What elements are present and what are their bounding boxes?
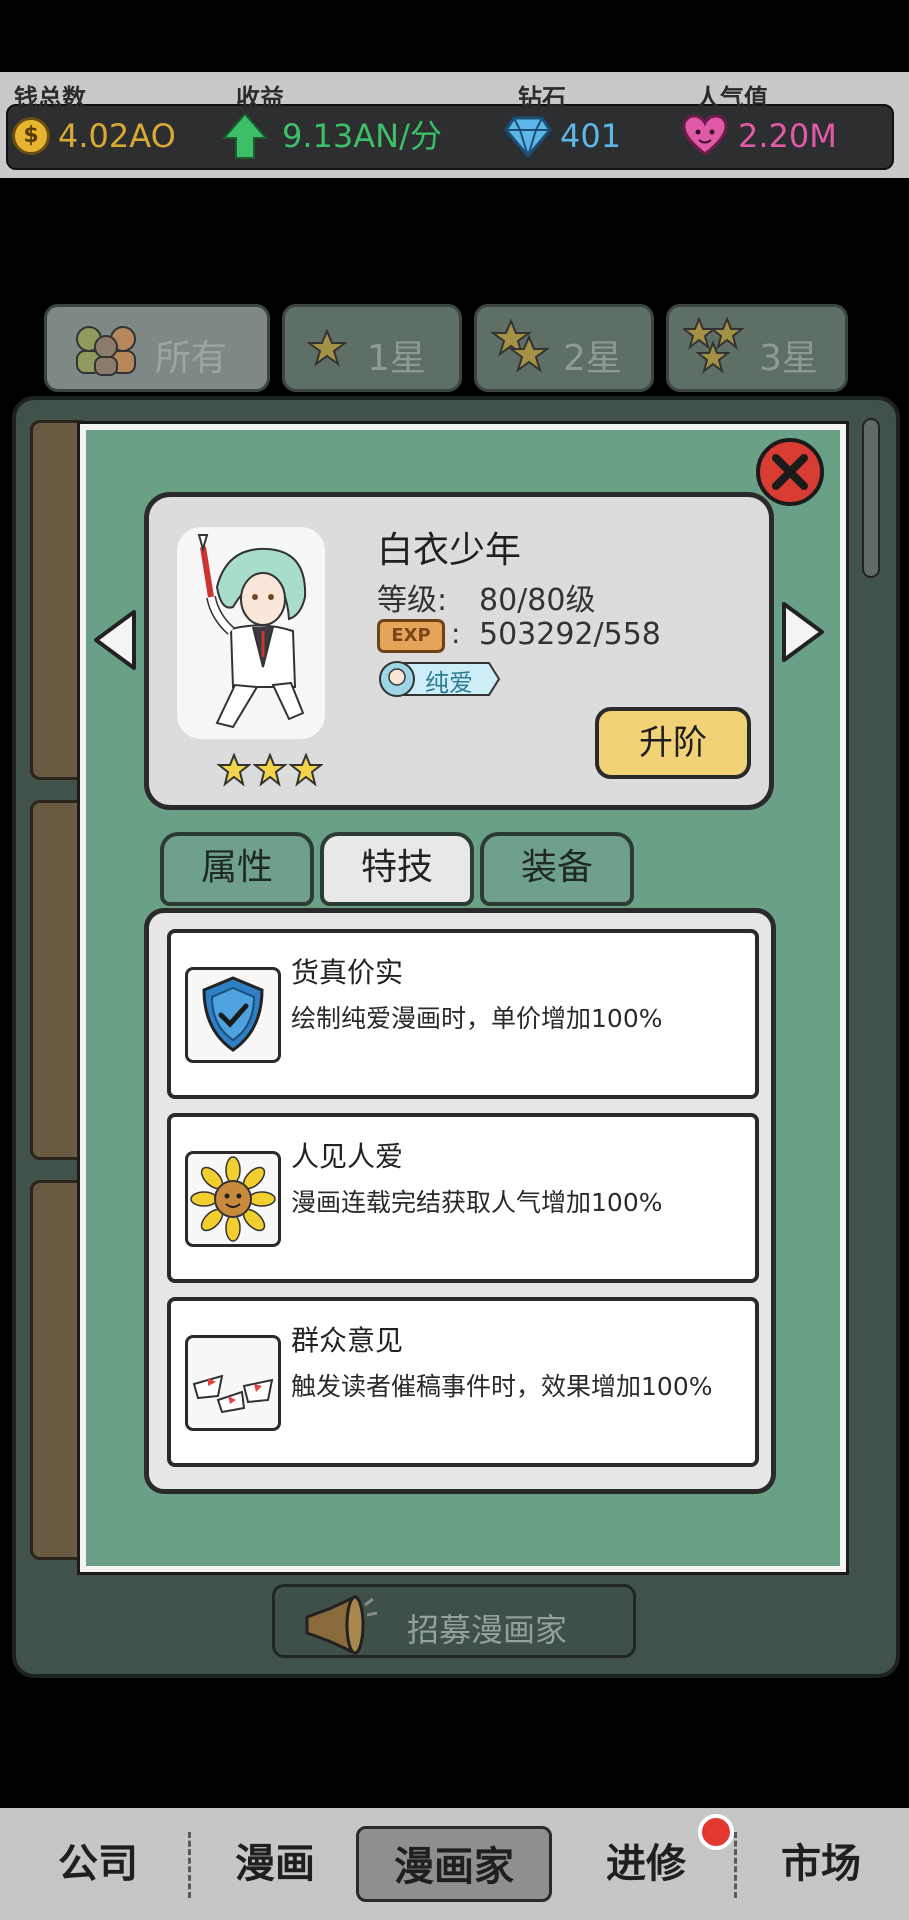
- artist-portrait: [177, 527, 325, 739]
- money-value: 4.02AO: [58, 117, 176, 155]
- exp-badge: EXP: [377, 619, 445, 653]
- level-value: 80/80级: [479, 583, 596, 618]
- genre-label: 纯爱: [425, 669, 473, 697]
- income-arrow-icon: [222, 112, 268, 159]
- diamond-label: 钻石: [518, 84, 566, 112]
- skill-icon-box: [185, 967, 281, 1063]
- upgrade-button[interactable]: 升阶: [595, 707, 751, 779]
- resource-bar: 钱总数 收益 钻石 人气值 $ 4.02AO 9.13AN/分 401 2.20…: [0, 72, 909, 178]
- skill-icon-box: [185, 1335, 281, 1431]
- filter-tab-all[interactable]: 所有: [44, 304, 270, 392]
- nav-market[interactable]: 市场: [746, 1826, 896, 1902]
- skill-title: 群众意见: [291, 1324, 404, 1357]
- income-value: 9.13AN/分: [282, 117, 442, 155]
- filter-tab-2star[interactable]: 2星: [474, 304, 654, 392]
- filter-tab-1star-label: 1星: [367, 338, 426, 379]
- nav-comics[interactable]: 漫画: [200, 1826, 350, 1902]
- people-icon: [76, 326, 136, 376]
- diamond-icon: [504, 116, 552, 158]
- diamond-value: 401: [560, 117, 622, 155]
- heart-icon: [682, 114, 728, 156]
- three-stars-icon: [683, 317, 745, 374]
- filter-tab-2star-label: 2星: [563, 338, 622, 379]
- shield-check-icon: [202, 976, 264, 1052]
- tab-equipment[interactable]: 装备: [480, 832, 634, 906]
- star-icon: [253, 753, 287, 787]
- artist-rating: [217, 753, 325, 793]
- skill-desc: 漫画连载完结获取人气增加100%: [291, 1188, 663, 1217]
- popularity-label: 人气值: [696, 84, 768, 112]
- sunflower-icon: [190, 1156, 276, 1242]
- level-label: 等级:: [377, 583, 448, 618]
- skill-title: 人见人爱: [291, 1140, 404, 1173]
- next-artist-arrow-icon[interactable]: [780, 600, 828, 664]
- recruit-artist-button[interactable]: 招募漫画家: [272, 1584, 636, 1658]
- skill-icon-box: [185, 1151, 281, 1247]
- coin-icon: $: [12, 117, 50, 155]
- artist-info-card: 白衣少年 等级: 80/80级 EXP : 503292/558 纯爱 升阶: [144, 492, 774, 810]
- close-icon: [772, 454, 808, 490]
- nav-divider: [734, 1832, 737, 1898]
- skill-item: 群众意见 触发读者催稿事件时，效果增加100%: [167, 1297, 759, 1467]
- nav-company[interactable]: 公司: [18, 1826, 178, 1902]
- star-icon: [289, 753, 323, 787]
- nav-divider: [188, 1832, 191, 1898]
- skills-list: 货真价实 绘制纯爱漫画时，单价增加100% 人见人爱 漫画连载完结获取人气增加1…: [144, 908, 776, 1494]
- nav-artists[interactable]: 漫画家: [356, 1826, 552, 1902]
- recruit-artist-label: 招募漫画家: [407, 1611, 568, 1649]
- prev-artist-arrow-icon[interactable]: [90, 608, 138, 672]
- popularity-value: 2.20M: [738, 117, 837, 155]
- artist-avatar: [197, 534, 307, 729]
- star-icon: [217, 753, 251, 787]
- close-button[interactable]: [756, 438, 824, 506]
- artist-name: 白衣少年: [377, 530, 522, 571]
- list-scrollbar[interactable]: [862, 418, 880, 578]
- filter-tab-all-label: 所有: [155, 338, 228, 379]
- money-label: 钱总数: [14, 84, 86, 112]
- notification-badge: [698, 1814, 734, 1850]
- exp-value: 503292/558: [479, 617, 661, 652]
- skill-item: 货真价实 绘制纯爱漫画时，单价增加100%: [167, 929, 759, 1099]
- skill-desc: 触发读者催稿事件时，效果增加100%: [291, 1372, 713, 1401]
- tab-attributes[interactable]: 属性: [160, 832, 314, 906]
- filter-tab-3star[interactable]: 3星: [666, 304, 848, 392]
- skill-desc: 绘制纯爱漫画时，单价增加100%: [291, 1004, 663, 1033]
- exp-colon: :: [451, 617, 461, 650]
- filter-tab-1star[interactable]: 1星: [282, 304, 462, 392]
- filter-tab-3star-label: 3星: [759, 338, 818, 379]
- bottom-nav: 公司 漫画 漫画家 进修 市场: [0, 1808, 909, 1920]
- megaphone-icon: [305, 1595, 378, 1655]
- tab-skills[interactable]: 特技: [320, 832, 474, 906]
- star-icon: [307, 329, 347, 367]
- two-stars-icon: [491, 319, 549, 373]
- letters-icon: [192, 1374, 274, 1414]
- skill-title: 货真价实: [291, 956, 404, 989]
- skill-item: 人见人爱 漫画连载完结获取人气增加100%: [167, 1113, 759, 1283]
- income-label: 收益: [236, 84, 284, 112]
